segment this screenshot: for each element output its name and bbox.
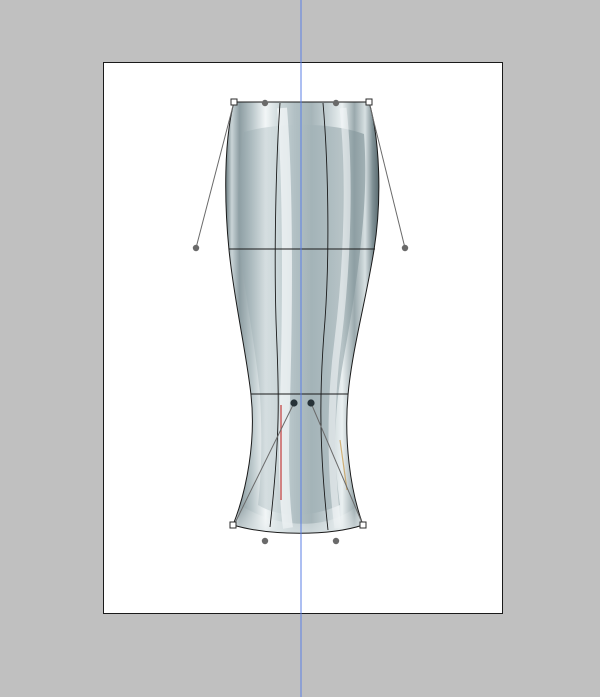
handle-point (192, 244, 200, 252)
highlight-streak (277, 107, 293, 529)
handle-point (401, 244, 409, 252)
handle-point (332, 99, 340, 107)
workspace (0, 0, 600, 697)
anchor-point-selected (290, 399, 298, 407)
corner-anchor (229, 521, 237, 529)
handle-point (332, 537, 340, 545)
corner-anchor (230, 98, 238, 106)
handle-point (261, 537, 269, 545)
corner-anchor (359, 521, 367, 529)
corner-anchor (365, 98, 373, 106)
anchor-point-selected (307, 399, 315, 407)
artwork-layer (192, 0, 409, 697)
handle-point (261, 99, 269, 107)
